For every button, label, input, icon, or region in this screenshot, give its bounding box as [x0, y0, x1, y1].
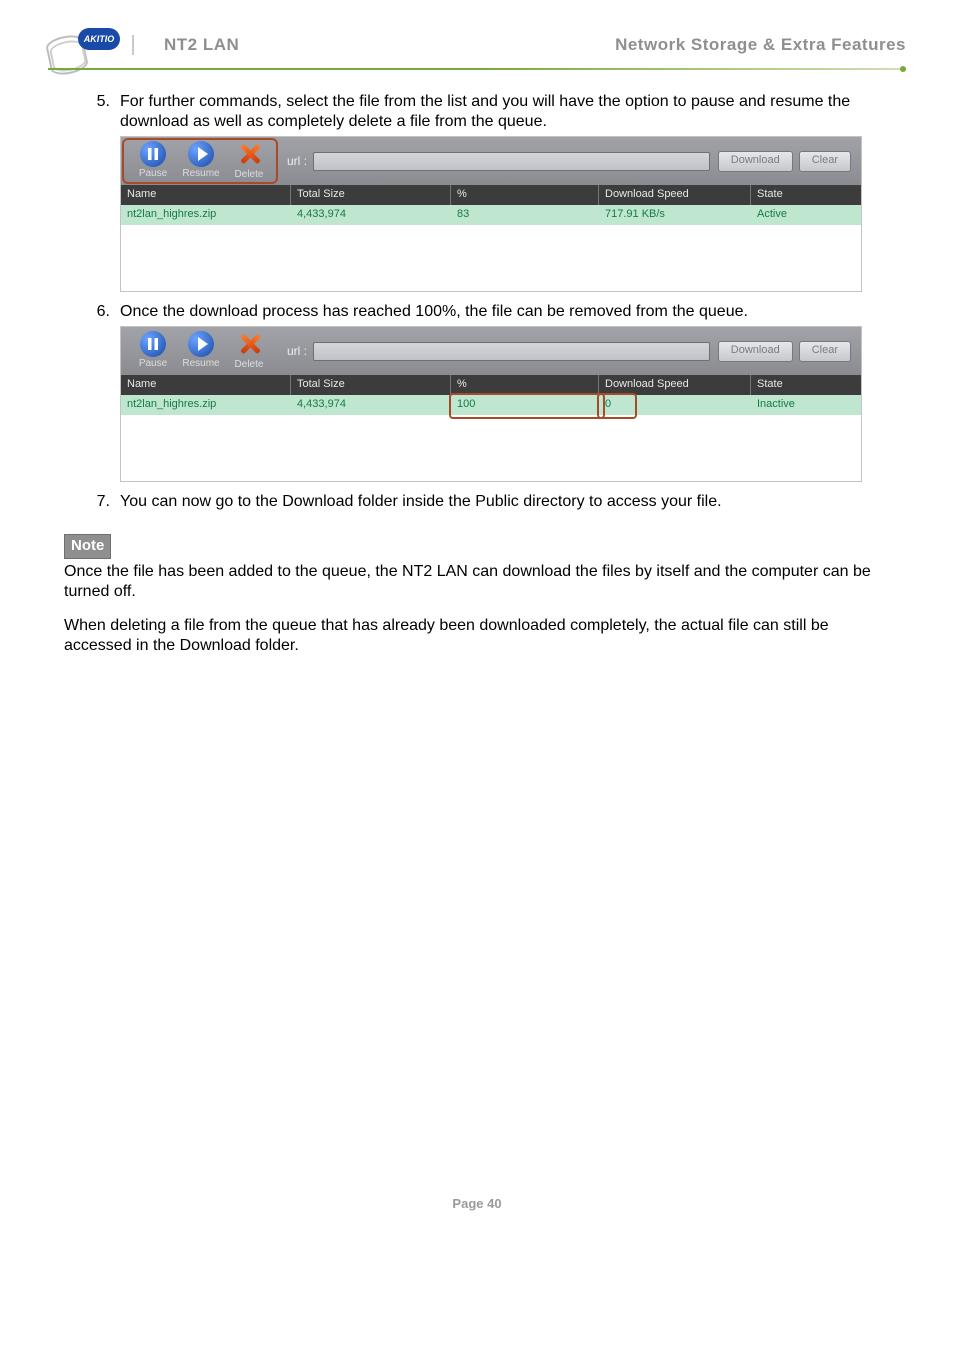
clear-button[interactable]: Clear: [799, 341, 851, 362]
note-badge: Note: [64, 534, 111, 559]
command-group-highlight: Pause Resume Delete: [122, 138, 278, 184]
grid-header: Name Total Size % Download Speed State: [121, 375, 861, 395]
col-state[interactable]: State: [751, 185, 861, 205]
cell-speed: 717.91 KB/s: [599, 205, 751, 225]
col-percent[interactable]: %: [451, 375, 599, 395]
header-title-left: NT2 LAN: [164, 35, 239, 55]
col-speed[interactable]: Download Speed: [599, 185, 751, 205]
cell-state: Inactive: [751, 395, 861, 415]
url-input[interactable]: [313, 342, 710, 361]
resume-label: Resume: [182, 168, 219, 181]
grid-empty-area: [121, 225, 861, 291]
step-7-text: You can now go to the Download folder in…: [120, 492, 890, 512]
cell-percent: 100: [451, 395, 599, 415]
brand-logo-text: AKITIO: [78, 28, 120, 50]
pause-icon: [140, 331, 166, 357]
cell-percent: 83: [451, 205, 599, 225]
cell-state: Active: [751, 205, 861, 225]
col-speed[interactable]: Download Speed: [599, 375, 751, 395]
delete-button[interactable]: Delete: [226, 330, 272, 372]
pause-button[interactable]: Pause: [130, 331, 176, 371]
step-7-number: 7.: [64, 492, 120, 512]
toolbar: Pause Resume Delete url : Do: [121, 137, 861, 185]
pause-label: Pause: [139, 358, 167, 371]
toolbar: Pause Resume Delete url : Do: [121, 327, 861, 375]
step-5: 5. For further commands, select the file…: [64, 92, 890, 132]
page-header: AKITIO NT2 LAN Network Storage & Extra F…: [48, 0, 906, 68]
header-rule: [48, 68, 906, 70]
table-row[interactable]: nt2lan_highres.zip 4,433,974 100 0 Inact…: [121, 395, 861, 415]
download-button[interactable]: Download: [718, 151, 793, 172]
cell-name: nt2lan_highres.zip: [121, 395, 291, 415]
cell-name: nt2lan_highres.zip: [121, 205, 291, 225]
col-name[interactable]: Name: [121, 185, 291, 205]
pause-icon: [140, 141, 166, 167]
delete-x-icon: [235, 140, 263, 168]
col-state[interactable]: State: [751, 375, 861, 395]
step-6-text: Once the download process has reached 10…: [120, 302, 890, 322]
header-divider: [132, 35, 134, 55]
pause-label: Pause: [139, 168, 167, 181]
step-7: 7. You can now go to the Download folder…: [64, 492, 890, 512]
col-size[interactable]: Total Size: [291, 185, 451, 205]
delete-x-icon: [235, 330, 263, 358]
download-button[interactable]: Download: [718, 341, 793, 362]
command-group: Pause Resume Delete: [122, 328, 278, 374]
page-footer: Page 40: [48, 1196, 906, 1211]
header-title-right: Network Storage & Extra Features: [615, 35, 906, 55]
delete-button[interactable]: Delete: [226, 140, 272, 182]
clear-button[interactable]: Clear: [799, 151, 851, 172]
url-input[interactable]: [313, 152, 710, 171]
step-6-number: 6.: [64, 302, 120, 322]
screenshot-downloading: Pause Resume Delete url : Do: [120, 136, 862, 292]
cell-speed: 0: [599, 395, 751, 415]
delete-label: Delete: [235, 169, 264, 182]
grid-header: Name Total Size % Download Speed State: [121, 185, 861, 205]
step-5-text: For further commands, select the file fr…: [120, 92, 890, 132]
resume-button[interactable]: Resume: [178, 331, 224, 371]
screenshot-completed: Pause Resume Delete url : Do: [120, 326, 862, 482]
resume-button[interactable]: Resume: [178, 141, 224, 181]
cell-size: 4,433,974: [291, 395, 451, 415]
resume-label: Resume: [182, 358, 219, 371]
note-paragraph-2: When deleting a file from the queue that…: [64, 616, 890, 656]
url-label: url :: [287, 344, 307, 359]
brand-logo: AKITIO: [48, 28, 120, 62]
note-paragraph-1: Once the file has been added to the queu…: [64, 562, 890, 602]
step-6: 6. Once the download process has reached…: [64, 302, 890, 322]
url-label: url :: [287, 154, 307, 169]
col-size[interactable]: Total Size: [291, 375, 451, 395]
col-percent[interactable]: %: [451, 185, 599, 205]
cell-size: 4,433,974: [291, 205, 451, 225]
grid-empty-area: [121, 415, 861, 481]
play-icon: [188, 141, 214, 167]
step-5-number: 5.: [64, 92, 120, 112]
col-name[interactable]: Name: [121, 375, 291, 395]
table-row[interactable]: nt2lan_highres.zip 4,433,974 83 717.91 K…: [121, 205, 861, 225]
delete-label: Delete: [235, 359, 264, 372]
pause-button[interactable]: Pause: [130, 141, 176, 181]
play-icon: [188, 331, 214, 357]
